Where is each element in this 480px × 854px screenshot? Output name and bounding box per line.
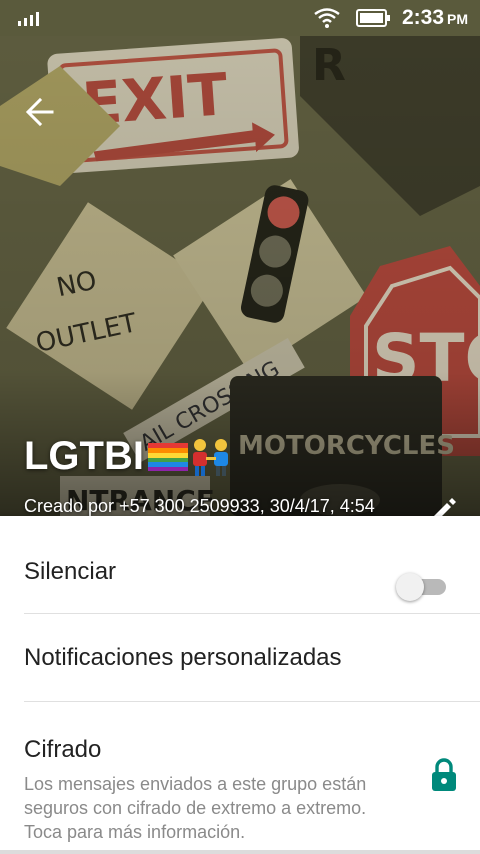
status-bar: 2:33 PM	[0, 0, 480, 36]
back-arrow-icon[interactable]	[22, 94, 58, 130]
couple-emoji	[192, 438, 228, 476]
clock-ampm: PM	[447, 11, 469, 27]
clock-time: 2:33	[402, 6, 445, 29]
mute-label: Silenciar	[24, 558, 117, 585]
pencil-icon[interactable]	[428, 494, 460, 516]
toggle-thumb	[396, 573, 424, 601]
encryption-label: Cifrado	[24, 736, 102, 763]
bottom-edge	[0, 850, 480, 854]
group-title: LGTBI	[24, 434, 234, 479]
group-subtitle: Creado por +57 300 2509933, 30/4/17, 4:5…	[24, 496, 375, 516]
mute-row[interactable]: Silenciar	[0, 526, 480, 614]
wifi-icon	[314, 8, 340, 28]
mute-toggle[interactable]	[396, 572, 448, 601]
lock-icon	[432, 758, 456, 791]
battery-icon	[356, 9, 390, 27]
group-header: EXIT NO OUTLET STO AIL CROSSING M	[0, 36, 480, 516]
signal-icon	[18, 12, 39, 26]
clock: 2:33 PM	[402, 6, 468, 30]
rainbow-flag-emoji	[147, 442, 188, 471]
custom-notifications-label: Notificaciones personalizadas	[24, 644, 342, 671]
custom-notifications-row[interactable]: Notificaciones personalizadas	[0, 614, 480, 702]
encryption-row[interactable]: Cifrado Los mensajes enviados a este gru…	[0, 702, 480, 850]
group-settings-panel: Silenciar Notificaciones personalizadas …	[0, 516, 480, 850]
encryption-description: Los mensajes enviados a este grupo están…	[24, 774, 367, 842]
group-title-text: LGTBI	[24, 434, 144, 478]
